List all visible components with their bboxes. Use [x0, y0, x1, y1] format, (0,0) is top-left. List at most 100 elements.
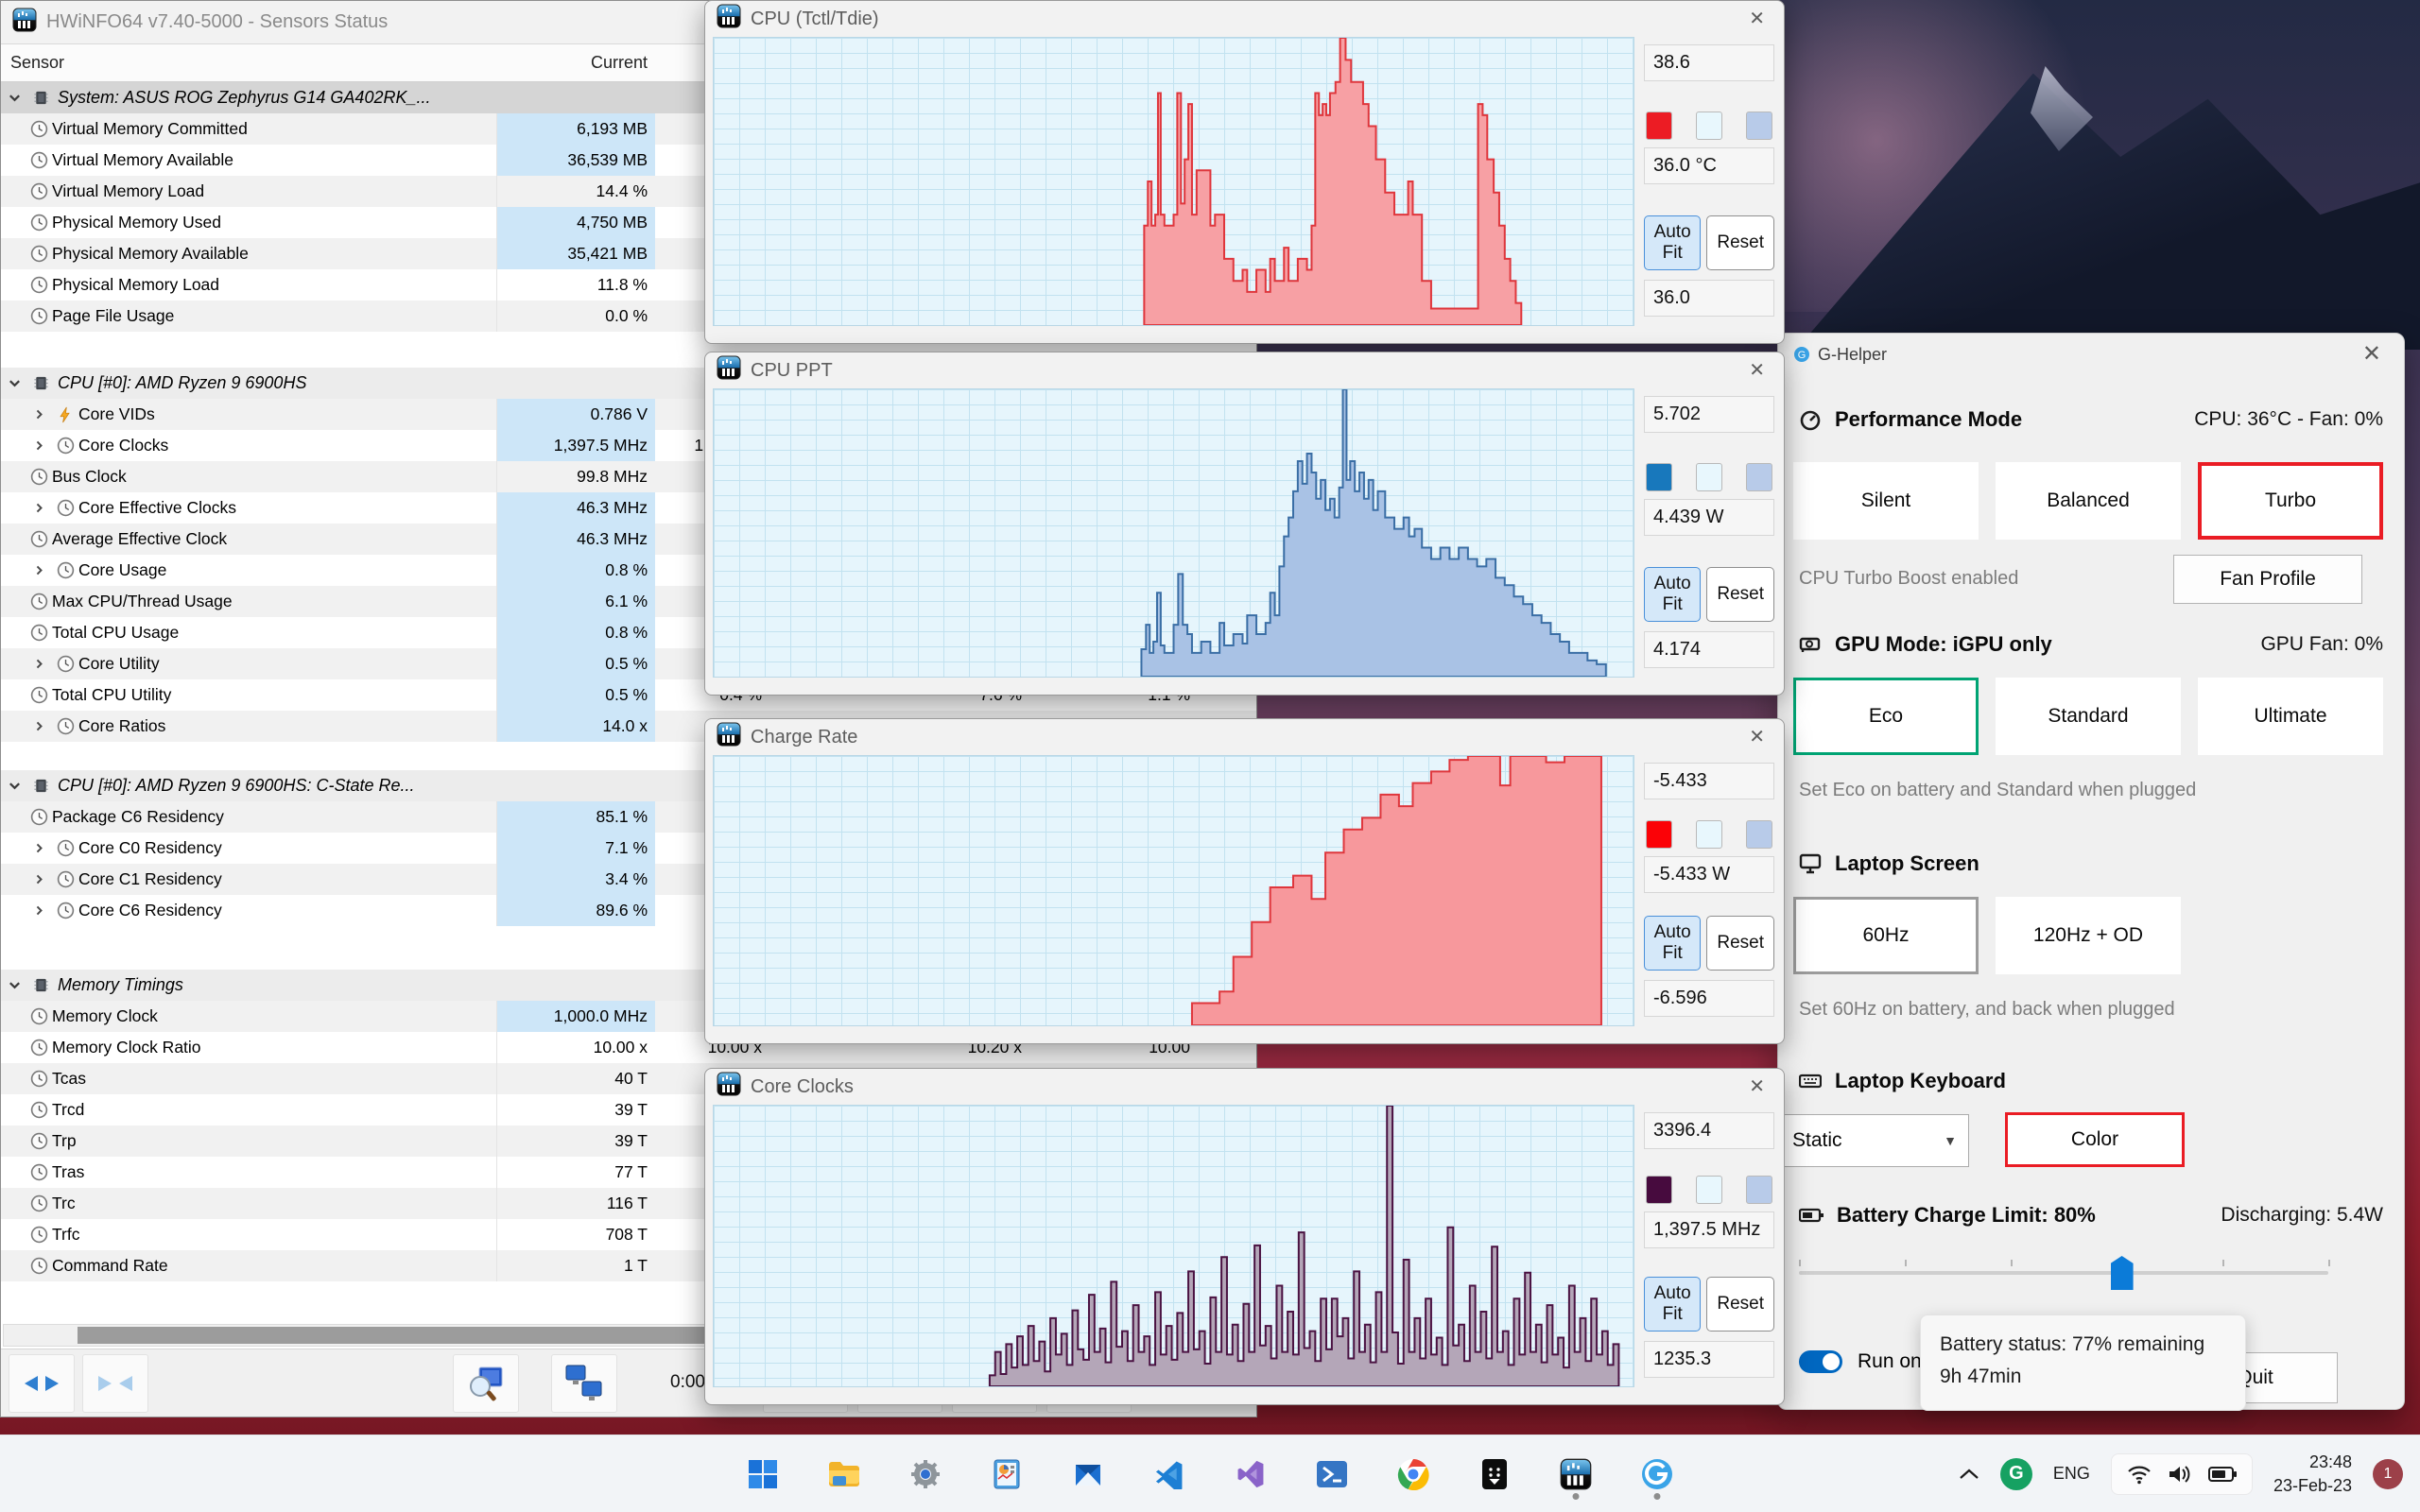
- language-indicator[interactable]: ENG: [2053, 1464, 2090, 1484]
- mode-turbo-button[interactable]: Turbo: [2198, 462, 2383, 540]
- ghelper-titlebar[interactable]: G G-Helper ✕: [1778, 334, 2404, 375]
- sensor-label: Virtual Memory Committed: [52, 119, 248, 138]
- graph-close-icon[interactable]: ✕: [1741, 8, 1772, 30]
- hwinfo-graph-icon: [717, 722, 741, 752]
- taskbar-terminal-black-icon[interactable]: [1468, 1448, 1521, 1501]
- autofit-button[interactable]: Auto Fit: [1644, 1277, 1702, 1332]
- collapse-all-button[interactable]: [82, 1354, 148, 1413]
- graph-close-icon[interactable]: ✕: [1741, 1075, 1772, 1098]
- keyboard-mode-dropdown[interactable]: Static ▼: [1780, 1114, 1969, 1167]
- graph-titlebar[interactable]: CPU PPT ✕: [705, 352, 1784, 388]
- taskbar-vscode-icon[interactable]: [1143, 1448, 1196, 1501]
- sensor-current-value: 40 T: [496, 1063, 655, 1094]
- performance-section-header: Performance Mode CPU: 36°C - Fan: 0%: [1778, 407, 2404, 432]
- autofit-button[interactable]: Auto Fit: [1644, 916, 1702, 971]
- taskbar-monitor-app-icon[interactable]: [980, 1448, 1033, 1501]
- gpu-eco-button[interactable]: Eco: [1793, 678, 1979, 755]
- mode-balanced-button[interactable]: Balanced: [1996, 462, 2181, 540]
- tray-date: 23-Feb-23: [2273, 1475, 2352, 1495]
- system-summary-button[interactable]: [453, 1354, 519, 1413]
- sensor-current-value: 46.3 MHz: [496, 524, 655, 555]
- notification-badge[interactable]: 1: [2373, 1458, 2403, 1489]
- slider-tick: [2011, 1260, 2013, 1266]
- reset-button[interactable]: Reset: [1706, 567, 1774, 622]
- taskbar-powershell-icon[interactable]: [1305, 1448, 1358, 1501]
- graph-color-swatches[interactable]: [1646, 111, 1772, 140]
- sensor-label: Average Effective Clock: [52, 529, 228, 548]
- taskbar-visual-studio-icon[interactable]: [1224, 1448, 1277, 1501]
- sensor-label: Trfc: [52, 1225, 80, 1244]
- remote-monitor-button[interactable]: [551, 1354, 617, 1413]
- graph-plot-area[interactable]: [713, 37, 1634, 326]
- graph-titlebar[interactable]: Core Clocks ✕: [705, 1069, 1784, 1105]
- column-current[interactable]: Current: [496, 53, 655, 73]
- column-sensor[interactable]: Sensor: [1, 53, 64, 73]
- reset-button[interactable]: Reset: [1706, 1277, 1774, 1332]
- sensor-current-value: 99.8 MHz: [496, 461, 655, 492]
- slider-tick: [1799, 1260, 1801, 1266]
- tray-status-cluster[interactable]: [2110, 1452, 2253, 1495]
- graph-titlebar[interactable]: Charge Rate ✕: [705, 719, 1784, 755]
- autofit-button[interactable]: Auto Fit: [1644, 215, 1702, 270]
- fan-profile-button[interactable]: Fan Profile: [2173, 555, 2362, 604]
- graph-min-value: -6.596: [1644, 980, 1774, 1017]
- gpu-mode-label: GPU Mode: iGPU only: [1835, 632, 2052, 656]
- expand-all-button[interactable]: [9, 1354, 75, 1413]
- graph-plot-area[interactable]: [713, 755, 1634, 1026]
- taskbar-ghelper-icon[interactable]: [1631, 1448, 1684, 1501]
- grammarly-tray-icon[interactable]: G: [1999, 1457, 2032, 1490]
- discharge-status: Discharging: 5.4W: [2221, 1204, 2383, 1226]
- performance-label: Performance Mode: [1835, 407, 2023, 431]
- sensor-current-value: 0.5 %: [496, 679, 655, 711]
- sensor-current-value: 14.4 %: [496, 176, 655, 207]
- taskbar-hwinfo-icon[interactable]: [1549, 1448, 1602, 1501]
- mode-silent-button[interactable]: Silent: [1793, 462, 1979, 540]
- sensor-label: Command Rate: [52, 1256, 168, 1275]
- graph-plot-area[interactable]: [713, 1105, 1634, 1387]
- graph-color-swatches[interactable]: [1646, 1176, 1772, 1204]
- turbo-boost-note: CPU Turbo Boost enabled: [1799, 568, 2019, 589]
- graph-close-icon[interactable]: ✕: [1741, 726, 1772, 748]
- screen-note: Set 60Hz on battery, and back when plugg…: [1799, 999, 2175, 1020]
- screen-60hz-button[interactable]: 60Hz: [1793, 897, 1979, 974]
- slider-handle[interactable]: [2110, 1256, 2134, 1290]
- taskbar-start-icon[interactable]: [736, 1448, 789, 1501]
- graph-plot-area[interactable]: [713, 388, 1634, 678]
- screen-120hz-button[interactable]: 120Hz + OD: [1996, 897, 2181, 974]
- keyboard-color-button[interactable]: Color: [2005, 1112, 2185, 1167]
- sensor-current-value: 6.1 %: [496, 586, 655, 617]
- system-tray: G ENG 23:48 23-Feb-23 1: [1959, 1435, 2403, 1512]
- sensor-current-value: 1 T: [496, 1250, 655, 1281]
- sensor-label: Core C0 Residency: [78, 838, 222, 857]
- run-on-startup-toggle[interactable]: [1799, 1350, 1842, 1373]
- gpu-ultimate-button[interactable]: Ultimate: [2198, 678, 2383, 755]
- sensor-current-value: 39 T: [496, 1125, 655, 1157]
- sensor-label: Core Ratios: [78, 716, 166, 735]
- gpu-standard-button[interactable]: Standard: [1996, 678, 2181, 755]
- battery-limit-slider[interactable]: [1799, 1256, 2330, 1290]
- taskbar-settings-icon[interactable]: [899, 1448, 952, 1501]
- graph-color-swatches[interactable]: [1646, 820, 1772, 849]
- slider-tick: [2222, 1260, 2224, 1266]
- sensor-current-value: 11.8 %: [496, 269, 655, 301]
- battery-limit-icon: [1799, 1208, 1824, 1223]
- taskbar-mail-icon[interactable]: [1062, 1448, 1115, 1501]
- reset-button[interactable]: Reset: [1706, 916, 1774, 971]
- laptop-screen-label: Laptop Screen: [1835, 851, 1979, 875]
- tray-chevron-icon[interactable]: [1959, 1468, 1979, 1481]
- graph-close-icon[interactable]: ✕: [1741, 359, 1772, 382]
- taskbar-chrome-icon[interactable]: [1387, 1448, 1440, 1501]
- clock[interactable]: 23:48 23-Feb-23: [2273, 1451, 2352, 1497]
- taskbar-explorer-icon[interactable]: [818, 1448, 871, 1501]
- running-indicator: [1572, 1492, 1580, 1500]
- autofit-button[interactable]: Auto Fit: [1644, 567, 1702, 622]
- graph-titlebar[interactable]: CPU (Tctl/Tdie) ✕: [705, 1, 1784, 37]
- hwinfo-graph-icon: [717, 355, 741, 386]
- graph-color-swatches[interactable]: [1646, 462, 1772, 491]
- ghelper-close-icon[interactable]: ✕: [2355, 341, 2389, 368]
- performance-icon: [1800, 410, 1821, 431]
- reset-button[interactable]: Reset: [1706, 215, 1774, 270]
- ghelper-title: G-Helper: [1818, 344, 1888, 364]
- gpu-note: Set Eco on battery and Standard when plu…: [1799, 780, 2197, 800]
- graph-side-panel: 3396.4 1,397.5 MHz Auto Fit Reset 1235.3: [1634, 1105, 1784, 1387]
